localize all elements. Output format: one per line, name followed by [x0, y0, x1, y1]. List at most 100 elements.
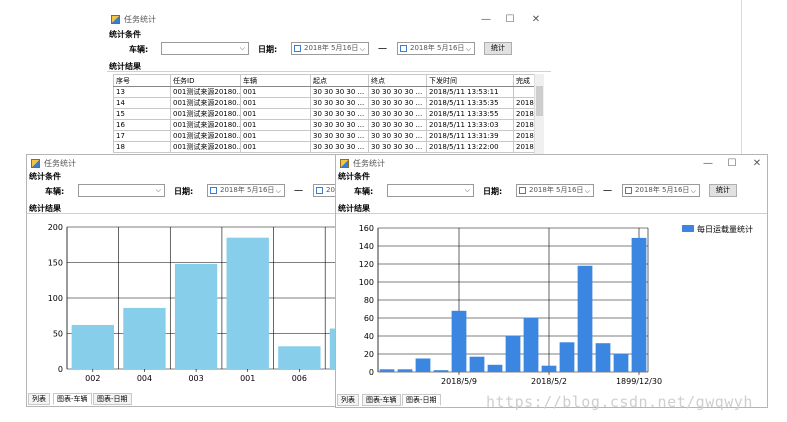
- filter-section-label: 统计条件: [29, 172, 61, 181]
- column-header[interactable]: 任务ID: [170, 74, 241, 87]
- bar: [174, 263, 218, 369]
- stat-button[interactable]: 统计: [484, 42, 512, 55]
- table-cell: 18: [113, 141, 171, 153]
- checkbox[interactable]: [294, 45, 301, 52]
- column-header[interactable]: 下发时间: [426, 74, 514, 87]
- table-row[interactable]: 17 001测试来源20180... 001 30 30 30 30 ... 30 30…: [113, 130, 542, 142]
- maximize-icon[interactable]: ☐: [721, 156, 743, 171]
- table-cell: 001: [240, 119, 311, 131]
- table-cell: 2018/5/11 13:35:35: [426, 97, 514, 109]
- minimize-icon[interactable]: —: [475, 12, 497, 27]
- maximize-icon[interactable]: ☐: [499, 12, 521, 27]
- bar: [523, 318, 539, 372]
- table-cell: 001测试来源20180...: [170, 86, 241, 98]
- x-tick-label: 2018/5/2: [531, 377, 567, 386]
- checkbox[interactable]: [625, 187, 632, 194]
- y-tick-label: 80: [364, 296, 374, 305]
- vehicle-label: 车辆:: [354, 187, 374, 196]
- date-from-picker[interactable]: 2018年 5月16日 ⌵: [207, 184, 285, 197]
- checkbox[interactable]: [400, 45, 407, 52]
- column-header[interactable]: 车辆: [240, 74, 311, 87]
- vertical-scrollbar[interactable]: [534, 74, 544, 157]
- table-row[interactable]: 15 001测试来源20180... 001 30 30 30 30 ... 30 30…: [113, 108, 542, 120]
- column-header[interactable]: 起点: [310, 74, 369, 87]
- stat-button[interactable]: 统计: [709, 184, 737, 197]
- checkbox[interactable]: [519, 187, 526, 194]
- checkbox[interactable]: [316, 187, 323, 194]
- date-to-value: 2018年 5月16日: [410, 44, 465, 52]
- table-cell: 30 30 30 30 ...: [368, 97, 427, 109]
- tab-date-chart[interactable]: 图表-日期: [402, 394, 441, 406]
- vehicle-label: 车辆:: [45, 187, 65, 196]
- bar: [433, 370, 449, 372]
- y-tick-label: 50: [53, 330, 63, 339]
- x-tick-label: 2018/5/9: [441, 377, 477, 386]
- table-row[interactable]: 18 001测试来源20180... 001 30 30 30 30 ... 30 30…: [113, 141, 542, 153]
- filter-section-label: 统计条件: [109, 30, 141, 39]
- table-cell: 2018/5/11 13:33:03: [426, 119, 514, 131]
- chevron-down-icon: ⌵: [690, 187, 696, 195]
- table-row[interactable]: 13 001测试来源20180... 001 30 30 30 30 ... 30 30…: [113, 86, 542, 98]
- table-cell: 2018/5/11 13:33:55: [426, 108, 514, 120]
- table-row[interactable]: 14 001测试来源20180... 001 30 30 30 30 ... 30 30…: [113, 97, 542, 109]
- close-icon[interactable]: ✕: [525, 12, 547, 27]
- table-cell: 30 30 30 30 ...: [368, 141, 427, 153]
- task-table[interactable]: 序号 任务ID 车辆 起点 终点 下发时间 完成 13 001测试来源20180... 001 3…: [113, 74, 542, 153]
- vehicle-combo[interactable]: ⌵: [387, 184, 474, 197]
- date-from-picker[interactable]: 2018年 5月16日 ⌵: [291, 42, 369, 55]
- tab-vehicle-chart[interactable]: 图表-车辆: [53, 393, 92, 405]
- bar: [469, 356, 485, 372]
- y-tick-label: 0: [58, 365, 63, 374]
- task-stats-window-vehicle-chart: 任务统计 统计条件 车辆: ⌵ 日期: 2018年 5月16日⌵ 一 2018年…: [26, 154, 350, 407]
- window-title: 任务统计: [124, 15, 156, 24]
- range-dash: 一: [294, 187, 304, 197]
- bar: [505, 336, 521, 372]
- tab-strip: 列表 图表-车辆 图表-日期: [27, 393, 349, 405]
- column-header[interactable]: 序号: [113, 74, 171, 87]
- title-bar: 任务统计 — ☐ ✕: [107, 11, 551, 29]
- y-tick-label: 150: [48, 259, 63, 268]
- scrollbar-thumb[interactable]: [536, 86, 543, 116]
- range-dash: 一: [603, 187, 613, 197]
- tab-list[interactable]: 列表: [337, 394, 359, 406]
- column-header[interactable]: 终点: [368, 74, 427, 87]
- date-from-picker[interactable]: 2018年 5月16日 ⌵: [516, 184, 594, 197]
- bar: [487, 364, 503, 372]
- vehicle-combo[interactable]: ⌵: [161, 42, 249, 55]
- table-cell: 001测试来源20180...: [170, 108, 241, 120]
- table-cell: 30 30 30 30 ...: [310, 141, 369, 153]
- tab-date-chart[interactable]: 图表-日期: [93, 393, 132, 405]
- date-to-picker[interactable]: 2018年 5月16日 ⌵: [397, 42, 475, 55]
- date-from-value: 2018年 5月16日: [220, 186, 275, 194]
- x-tick-label: 003: [188, 374, 203, 383]
- legend-swatch: [682, 225, 694, 232]
- x-tick-label: 001: [240, 374, 255, 383]
- table-row[interactable]: 16 001测试来源20180... 001 30 30 30 30 ... 30 30…: [113, 119, 542, 131]
- close-icon[interactable]: ✕: [746, 156, 767, 171]
- vehicle-combo[interactable]: ⌵: [78, 184, 165, 197]
- table-cell: 001: [240, 86, 311, 98]
- y-tick-label: 0: [369, 368, 374, 377]
- table-cell: 30 30 30 30 ...: [310, 130, 369, 142]
- x-tick-label: 006: [292, 374, 307, 383]
- table-cell: 001测试来源20180...: [170, 119, 241, 131]
- x-tick-label: 002: [85, 374, 100, 383]
- table-cell: 17: [113, 130, 171, 142]
- table-cell: 16: [113, 119, 171, 131]
- vehicle-bar-chart: 050100150200002004003001006005: [48, 223, 349, 383]
- tab-vehicle-chart[interactable]: 图表-车辆: [362, 394, 401, 406]
- date-to-picker[interactable]: 2018年 5月16日 ⌵: [622, 184, 700, 197]
- x-tick-label: 1899/12/30: [616, 377, 662, 386]
- bar: [71, 324, 114, 369]
- range-dash: 一: [378, 45, 388, 55]
- table-cell: 30 30 30 30 ...: [310, 119, 369, 131]
- y-tick-label: 200: [48, 223, 63, 232]
- checkbox[interactable]: [210, 187, 217, 194]
- bar: [397, 369, 413, 372]
- bar: [379, 369, 395, 372]
- bar: [577, 265, 593, 372]
- bar: [595, 343, 611, 372]
- tab-list[interactable]: 列表: [28, 393, 50, 405]
- chevron-down-icon: ⌵: [584, 187, 590, 195]
- minimize-icon[interactable]: —: [697, 156, 719, 171]
